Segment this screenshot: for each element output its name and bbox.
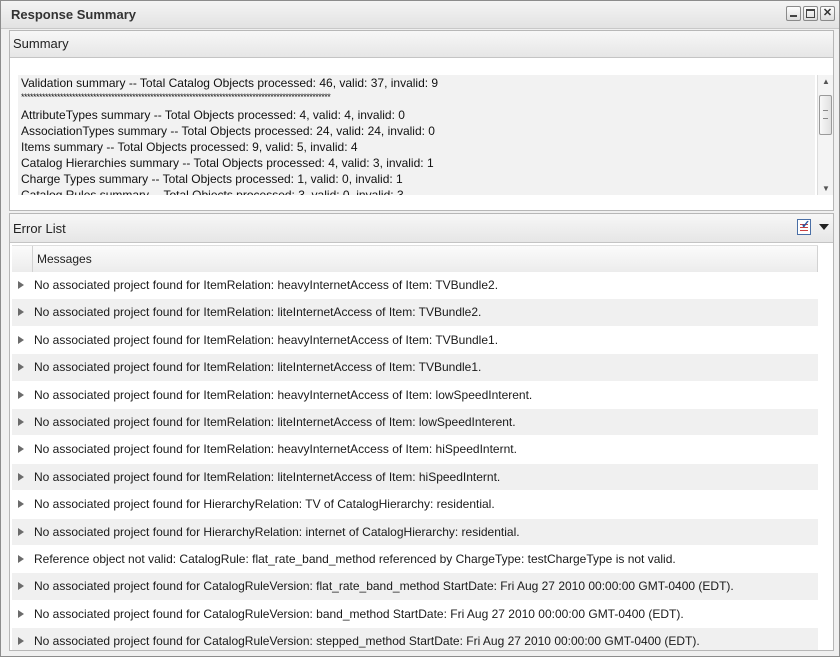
error-message: No associated project found for ItemRela… (34, 387, 533, 402)
summary-text-area[interactable]: Validation summary -- Total Catalog Obje… (18, 75, 815, 195)
summary-line: Items summary -- Total Objects processed… (21, 140, 358, 154)
error-list-tools (797, 218, 829, 235)
table-row[interactable]: No associated project found for CatalogR… (12, 628, 818, 650)
summary-line: Catalog Hierarchies summary -- Total Obj… (21, 156, 434, 170)
scroll-thumb[interactable] (819, 95, 832, 135)
error-message: No associated project found for CatalogR… (34, 579, 734, 594)
table-row[interactable]: No associated project found for Hierarch… (12, 491, 818, 519)
summary-panel: Summary Validation summary -- Total Cata… (9, 30, 834, 211)
scroll-up-icon[interactable]: ▲ (822, 77, 830, 86)
error-message: No associated project found for ItemRela… (34, 332, 499, 347)
table-row[interactable]: No associated project found for CatalogR… (12, 600, 818, 629)
grid-header: Messages (12, 245, 818, 273)
summary-header-label: Summary (13, 36, 69, 51)
summary-separator: ****************************************… (21, 92, 331, 102)
error-message: No associated project found for CatalogR… (34, 606, 684, 621)
expand-arrow-icon[interactable] (18, 637, 24, 646)
table-row[interactable]: No associated project found for CatalogR… (12, 573, 818, 601)
window-controls: ✕ (786, 6, 835, 21)
summary-line: Charge Types summary -- Total Objects pr… (21, 172, 403, 186)
response-summary-window: Response Summary ✕ Summary Validation su… (0, 0, 840, 657)
summary-scrollbar[interactable]: ▲ ▼ (817, 75, 833, 195)
expand-arrow-icon[interactable] (18, 554, 24, 563)
expand-arrow-icon[interactable] (18, 445, 24, 454)
title-bar[interactable]: Response Summary ✕ (1, 1, 839, 29)
table-row[interactable]: No associated project found for Hierarch… (12, 518, 818, 546)
error-message: No associated project found for Hierarch… (34, 524, 520, 539)
checklist-icon[interactable] (797, 218, 811, 235)
expand-arrow-icon[interactable] (18, 335, 24, 344)
expand-arrow-icon[interactable] (18, 527, 24, 536)
error-message: No associated project found for ItemRela… (34, 360, 482, 375)
expand-arrow-icon[interactable] (18, 472, 24, 481)
expand-arrow-icon[interactable] (18, 582, 24, 591)
error-message: No associated project found for CatalogR… (34, 634, 700, 649)
expand-arrow-icon[interactable] (18, 500, 24, 509)
summary-header[interactable]: Summary (10, 31, 833, 58)
summary-line: AttributeTypes summary -- Total Objects … (21, 108, 405, 122)
table-row[interactable]: Reference object not valid: CatalogRule:… (12, 545, 818, 574)
error-message: Reference object not valid: CatalogRule:… (34, 551, 676, 566)
table-row[interactable]: No associated project found for ItemRela… (12, 436, 818, 464)
summary-line: AssociationTypes summary -- Total Object… (21, 124, 435, 138)
error-message: No associated project found for ItemRela… (34, 305, 482, 320)
table-row[interactable]: No associated project found for ItemRela… (12, 408, 818, 437)
dropdown-arrow-icon[interactable] (819, 224, 829, 230)
table-row[interactable]: No associated project found for ItemRela… (12, 463, 818, 492)
minimize-icon[interactable] (786, 6, 801, 21)
expand-arrow-icon[interactable] (18, 417, 24, 426)
error-list-header[interactable]: Error List (10, 214, 833, 243)
error-list-header-label: Error List (13, 221, 66, 236)
window-title: Response Summary (11, 7, 136, 22)
error-list-panel: Error List Messages No associated projec… (9, 213, 834, 651)
table-row[interactable]: No associated project found for ItemRela… (12, 299, 818, 327)
table-row[interactable]: No associated project found for ItemRela… (12, 381, 818, 409)
error-message: No associated project found for ItemRela… (34, 469, 501, 484)
table-row[interactable]: No associated project found for ItemRela… (12, 326, 818, 355)
error-message: No associated project found for ItemRela… (34, 442, 517, 457)
table-row[interactable]: No associated project found for ItemRela… (12, 272, 818, 300)
grid-header-divider (817, 246, 818, 272)
close-icon[interactable]: ✕ (820, 6, 835, 21)
error-message: No associated project found for Hierarch… (34, 497, 495, 512)
column-header-messages[interactable]: Messages (37, 252, 92, 266)
expand-arrow-icon[interactable] (18, 363, 24, 372)
expand-arrow-icon[interactable] (18, 281, 24, 289)
error-message: No associated project found for ItemRela… (34, 278, 499, 292)
summary-line: Catalog Rules summary -- Total Objects p… (21, 188, 404, 195)
scroll-down-icon[interactable]: ▼ (822, 184, 830, 193)
error-rows: No associated project found for ItemRela… (12, 272, 818, 650)
expand-arrow-icon[interactable] (18, 308, 24, 317)
maximize-icon[interactable] (803, 6, 818, 21)
expand-arrow-icon[interactable] (18, 390, 24, 399)
table-row[interactable]: No associated project found for ItemRela… (12, 354, 818, 382)
expand-arrow-icon[interactable] (18, 609, 24, 618)
grid-header-corner (12, 246, 33, 272)
error-message: No associated project found for ItemRela… (34, 414, 516, 429)
